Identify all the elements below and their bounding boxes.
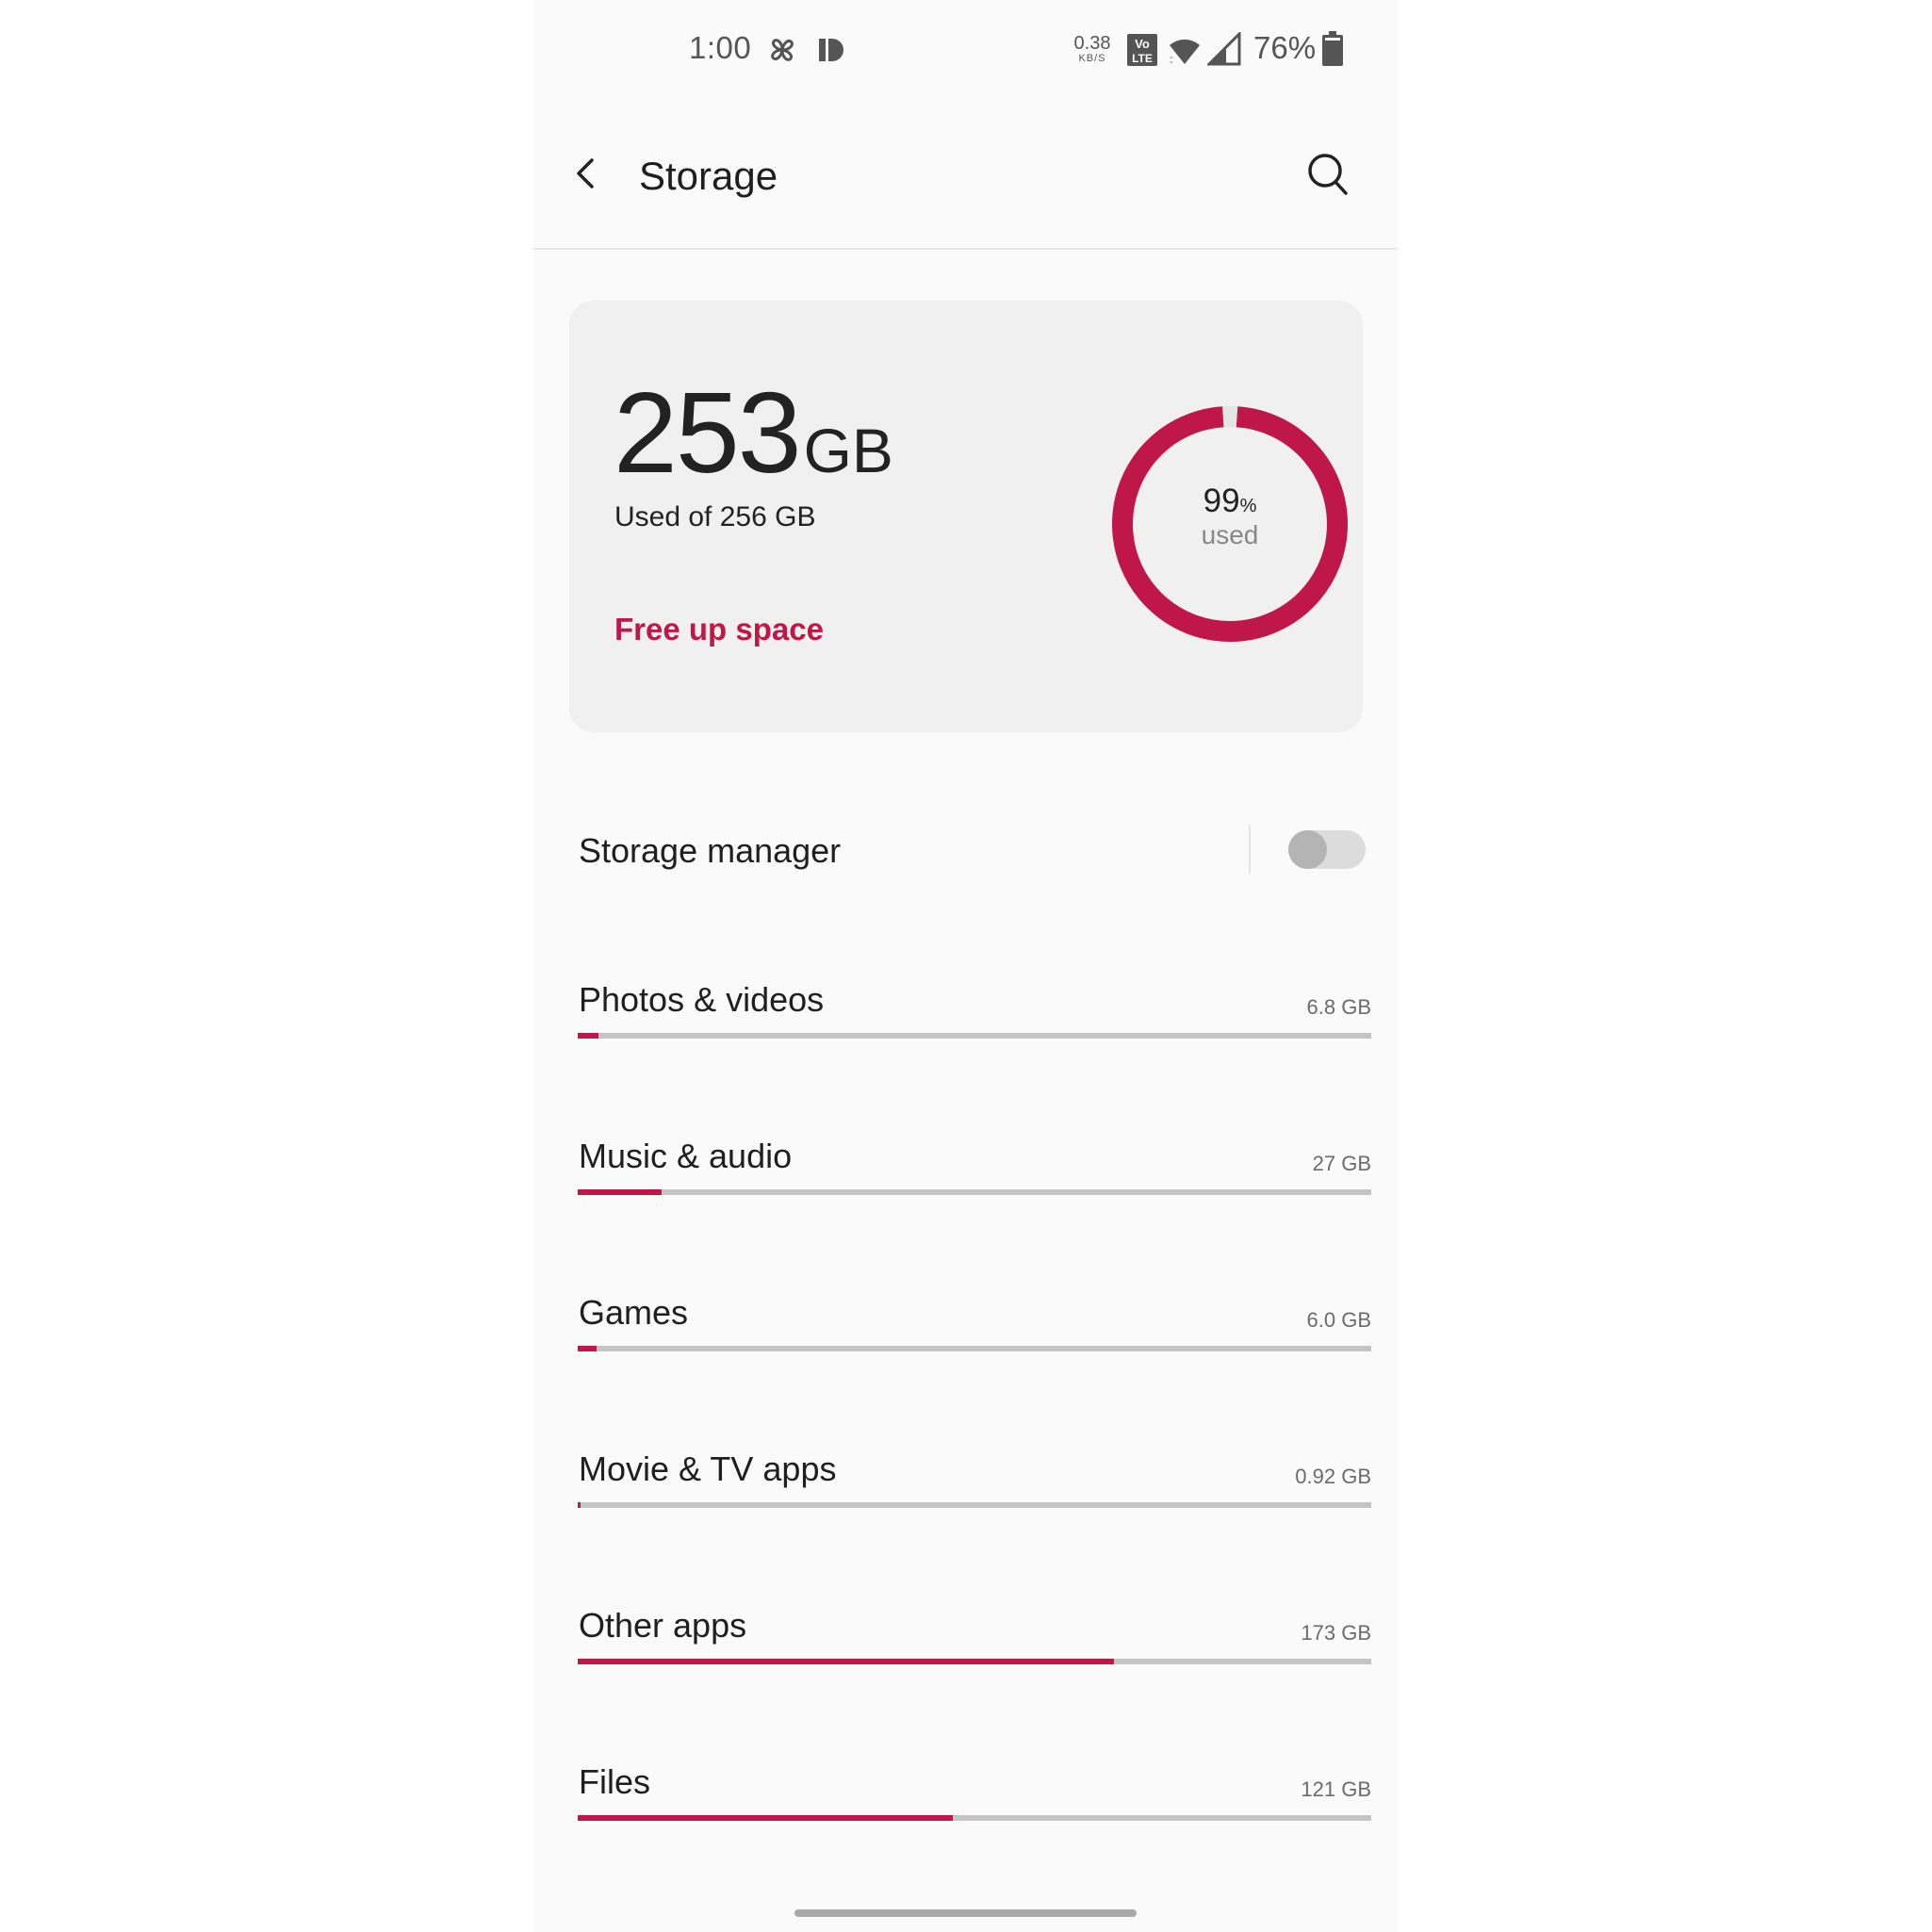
category-usage-fill xyxy=(578,1033,599,1039)
category-games[interactable]: Games 6.0 GB xyxy=(533,1293,1398,1406)
network-speed: 0.38 KB/S xyxy=(1073,33,1111,64)
used-unit: GB xyxy=(803,416,893,485)
app-bar: Storage xyxy=(533,104,1398,250)
category-label: Other apps xyxy=(579,1606,747,1645)
svg-text:Vo: Vo xyxy=(1135,37,1150,51)
svg-text:LTE: LTE xyxy=(1132,52,1153,65)
category-usage-fill xyxy=(578,1189,662,1195)
category-size: 27 GB xyxy=(1312,1152,1371,1175)
chevron-left-icon xyxy=(577,158,594,188)
battery-icon xyxy=(1322,31,1343,66)
storage-manager-toggle[interactable] xyxy=(1288,830,1366,869)
cell-signal-icon xyxy=(1207,32,1241,66)
category-label: Movie & TV apps xyxy=(579,1449,837,1488)
toggle-knob xyxy=(1288,830,1327,869)
category-label: Games xyxy=(579,1293,689,1332)
category-usage-bar xyxy=(578,1659,1371,1664)
page-title: Storage xyxy=(639,154,778,198)
pinwheel-icon xyxy=(771,39,794,61)
back-button[interactable] xyxy=(567,153,605,194)
battery-percent: 76% xyxy=(1253,30,1317,65)
percent-sign: % xyxy=(1239,496,1257,516)
id-badge-icon xyxy=(819,39,843,61)
category-music-audio[interactable]: Music & audio 27 GB xyxy=(533,1137,1398,1250)
used-amount: 253GB xyxy=(614,367,893,499)
category-usage-bar xyxy=(578,1189,1371,1195)
vertical-divider xyxy=(1249,825,1251,874)
category-usage-fill xyxy=(578,1659,1114,1664)
category-usage-bar xyxy=(578,1502,1371,1508)
storage-manager-row[interactable]: Storage manager xyxy=(533,810,1398,890)
category-usage-fill xyxy=(578,1502,581,1508)
free-up-space-button[interactable]: Free up space xyxy=(614,612,824,647)
category-size: 121 GB xyxy=(1301,1777,1371,1801)
status-time: 1:00 xyxy=(689,30,752,65)
category-movie-tv-apps[interactable]: Movie & TV apps 0.92 GB xyxy=(533,1449,1398,1563)
category-photos-videos[interactable]: Photos & videos 6.8 GB xyxy=(533,980,1398,1093)
used-of-total: Used of 256 GB xyxy=(614,501,816,532)
category-size: 6.0 GB xyxy=(1306,1308,1371,1332)
storage-summary-card: 253GB Used of 256 GB Free up space 99% u… xyxy=(569,301,1363,732)
category-usage-fill xyxy=(578,1346,597,1351)
category-label: Photos & videos xyxy=(579,980,825,1019)
category-size: 6.8 GB xyxy=(1306,995,1371,1019)
percent-used-value: 99 xyxy=(1203,483,1240,519)
category-label: Music & audio xyxy=(579,1137,793,1175)
phone-screen: 1:00 0.38 KB/S Vo LTE 76% Storage 253GB … xyxy=(533,0,1398,1932)
category-label: Files xyxy=(579,1762,651,1801)
volte-icon: Vo LTE xyxy=(1127,34,1157,66)
donut-label: 99% used xyxy=(1112,483,1348,550)
home-gesture-bar[interactable] xyxy=(794,1909,1137,1917)
category-size: 173 GB xyxy=(1301,1621,1371,1645)
category-other-apps[interactable]: Other apps 173 GB xyxy=(533,1606,1398,1719)
percent-used-caption: used xyxy=(1201,520,1259,549)
storage-manager-label: Storage manager xyxy=(579,831,842,870)
category-usage-bar xyxy=(578,1815,1371,1821)
used-value: 253 xyxy=(614,368,802,497)
category-usage-fill xyxy=(578,1815,953,1821)
category-size: 0.92 GB xyxy=(1295,1465,1371,1488)
category-usage-bar xyxy=(578,1346,1371,1351)
search-icon xyxy=(1308,154,1348,195)
category-usage-bar xyxy=(578,1033,1371,1039)
category-files[interactable]: Files 121 GB xyxy=(533,1762,1398,1875)
status-bar: 1:00 0.38 KB/S Vo LTE 76% xyxy=(533,0,1398,104)
wifi-icon xyxy=(1170,39,1200,64)
search-button[interactable] xyxy=(1305,151,1351,196)
